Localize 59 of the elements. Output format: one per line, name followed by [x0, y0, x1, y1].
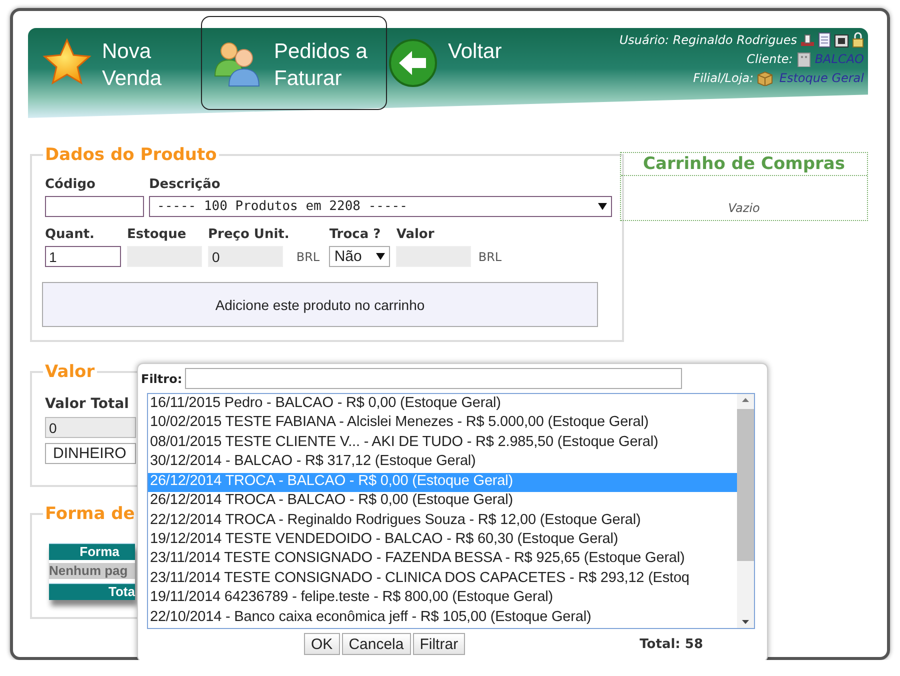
list-item[interactable]: 23/11/2014 TESTE CONSIGNADO - FAZENDA BESSA - R$ 925,65 (Estoque Geral) — [148, 550, 737, 570]
cart-title: Carrinho de Compras — [621, 153, 867, 176]
caret-icon — [376, 253, 386, 260]
client-label: Cliente: — [746, 52, 793, 66]
list-item[interactable]: 19/11/2014 64236789 - felipe.teste - R$ 800,00 (Estoque Geral) — [148, 589, 737, 609]
table-header: Forma — [49, 543, 135, 560]
document-icon[interactable] — [818, 32, 831, 48]
payment-method-dropdown[interactable]: DINHEIRO — [45, 443, 136, 464]
total-field[interactable]: 0 — [45, 417, 136, 438]
quantity-field[interactable]: 1 — [45, 246, 121, 267]
table-cell: Nenhum pag — [49, 563, 135, 579]
field-label: Troca ? — [329, 227, 382, 242]
table-footer: Tota — [49, 583, 135, 600]
scrollbar[interactable] — [737, 394, 754, 628]
dialog-button[interactable]: OK — [304, 633, 340, 655]
field-label: Código — [45, 177, 96, 192]
currency-label: BRL — [295, 250, 321, 266]
nav-button[interactable]: Pedidos a Faturar — [201, 16, 387, 110]
exchange-dropdown[interactable]: Não — [329, 246, 390, 267]
list-item[interactable]: 16/11/2015 Pedro - BALCAO - R$ 0,00 (Estoque Geral) — [148, 395, 737, 414]
list-item[interactable]: 22/10/2014 - Banco caixa econômica jeff - R$ 105,00 (Estoque Geral) — [148, 608, 737, 628]
section-title: Forma de — [44, 504, 136, 524]
dialog-button[interactable]: Cancela — [342, 633, 411, 655]
lock-icon[interactable] — [852, 32, 864, 48]
list-item[interactable]: 10/02/2015 TESTE FABIANA - Alcislei Menezes - R$ 5.000,00 (Estoque Geral) — [148, 414, 737, 434]
add-to-cart-button[interactable]: Adicione este produto no carrinho — [42, 282, 598, 327]
list-item[interactable]: 19/12/2014 TESTE VENDEDOIDO - BALCAO - R$ 60,30 (Estoque Geral) — [148, 530, 737, 550]
list-item[interactable]: 30/12/2014 - BALCAO - R$ 317,12 (Estoque Geral) — [148, 453, 737, 473]
total-count: Total: 58 — [640, 636, 703, 652]
nav-button[interactable]: Voltar — [387, 16, 513, 110]
section-title: Valor — [44, 362, 96, 382]
package-icon — [756, 70, 773, 86]
list-item[interactable]: 23/11/2014 TESTE CONSIGNADO - CLINICA DOS CAPACETES - R$ 293,12 (Estoq — [148, 570, 737, 590]
field-label: Valor Total — [45, 396, 129, 412]
list-item[interactable]: 26/12/2014 TROCA - BALCAO - R$ 0,00 (Estoque Geral) — [148, 492, 737, 512]
field-label: Estoque — [127, 227, 188, 242]
filter-label: Filtro: — [141, 372, 182, 386]
store-label: Filial/Loja: — [693, 71, 754, 85]
list-item[interactable]: 08/01/2015 TESTE CLIENTE V... - AKI DE TUDO - R$ 2.985,50 (Estoque Geral) — [148, 434, 737, 454]
user-label: Usuário: Reginaldo Rodrigues — [619, 33, 797, 47]
description-dropdown[interactable]: ----- 100 Produtos em 2208 ----- — [149, 196, 612, 217]
stamp-icon[interactable] — [800, 32, 815, 48]
field-label: Preço Unit. — [208, 227, 290, 242]
section-title: Dados do Produto — [44, 145, 218, 165]
code-field[interactable] — [45, 196, 144, 217]
dialog-button[interactable]: Filtrar — [412, 633, 466, 655]
list-item[interactable]: 22/12/2014 TROCA - Reginaldo Rodrigues Souza - R$ 12,00 (Estoque Geral) — [148, 512, 737, 531]
orders-list[interactable] — [147, 393, 755, 629]
filter-field[interactable] — [185, 368, 682, 389]
box-icon[interactable] — [834, 32, 849, 48]
empty-cart-text: Vazio — [728, 201, 760, 215]
currency-label: BRL — [477, 250, 503, 266]
price-field[interactable]: 0 — [208, 246, 283, 267]
building-icon — [796, 51, 812, 67]
field-label: Descrição — [149, 177, 222, 192]
field-label: Quant. — [45, 227, 96, 242]
nav-button[interactable]: Nova Venda — [41, 16, 201, 110]
field-label: Valor — [396, 227, 436, 242]
caret-icon — [598, 203, 607, 210]
